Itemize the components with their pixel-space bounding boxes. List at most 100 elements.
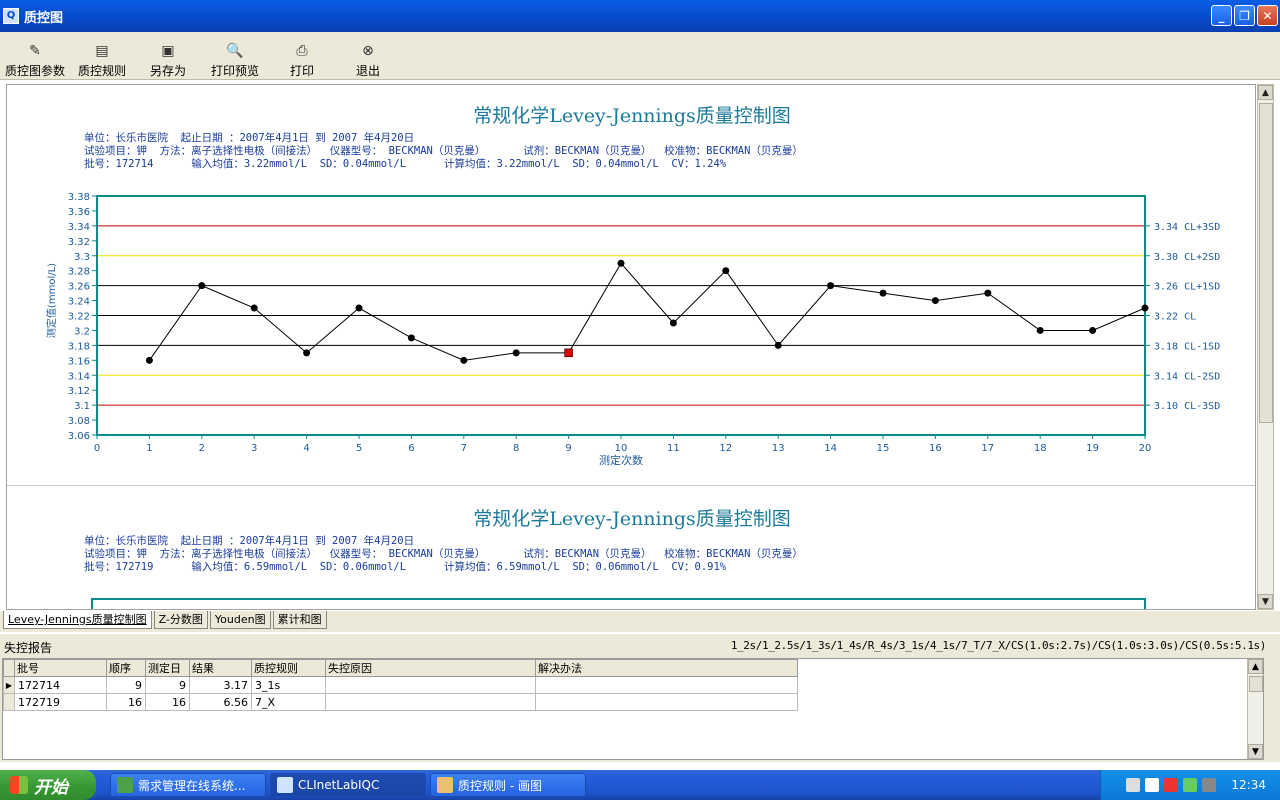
y-tick-label: 3.1 bbox=[74, 401, 90, 412]
maximize-button[interactable]: ❐ bbox=[1234, 5, 1255, 26]
app-icon bbox=[277, 777, 293, 793]
chart-panel-1: 常规化学Levey-Jennings质量控制图 单位：长乐市医院 起止日期 ：2… bbox=[7, 85, 1255, 485]
save-icon: ▣ bbox=[161, 43, 175, 59]
x-tick-label: 0 bbox=[94, 443, 100, 454]
paint-icon bbox=[437, 777, 453, 793]
cell-day[interactable]: 9 bbox=[145, 676, 190, 694]
tab-cusum[interactable]: 累计和图 bbox=[272, 611, 327, 629]
col-header[interactable]: 结果 bbox=[189, 659, 252, 677]
taskbar-item-clinetlabiqc[interactable]: CLInetLabIQC bbox=[270, 773, 426, 797]
minimize-icon: _ bbox=[1218, 8, 1225, 23]
exit-label: 退出 bbox=[355, 64, 380, 78]
x-tick-label: 18 bbox=[1034, 443, 1047, 454]
y-tick-label: 3.12 bbox=[68, 386, 90, 397]
print-button[interactable]: ⎙ 打印 bbox=[288, 36, 316, 80]
window-title-bar[interactable]: Q 质控图 _ ❐ ✕ bbox=[0, 0, 1280, 32]
cell-cause[interactable] bbox=[325, 676, 536, 694]
print-preview-icon: 🔍 bbox=[226, 43, 244, 59]
cell-rule[interactable]: 3_1s bbox=[251, 676, 326, 694]
tab-z-score[interactable]: Z-分数图 bbox=[153, 611, 208, 629]
y-tick-label: 3.24 bbox=[68, 297, 90, 308]
data-point bbox=[669, 319, 677, 327]
data-point bbox=[1141, 304, 1149, 312]
taskbar-item-paint[interactable]: 质控规则 - 画图 bbox=[430, 773, 586, 797]
scroll-thumb[interactable] bbox=[1249, 676, 1263, 692]
cell-result[interactable]: 6.56 bbox=[189, 693, 252, 711]
qc-rules-label: 质控规则 bbox=[77, 64, 126, 78]
scroll-down-icon[interactable]: ▼ bbox=[1248, 744, 1263, 759]
x-tick-label: 5 bbox=[356, 443, 362, 454]
col-header[interactable]: 顺序 bbox=[106, 659, 146, 677]
volume-icon[interactable] bbox=[1202, 778, 1217, 792]
data-point bbox=[617, 259, 625, 267]
table-row[interactable]: 172719 16 16 6.56 7_X bbox=[3, 693, 798, 711]
chart-params-button[interactable]: ✎ 质控图参数 bbox=[4, 36, 66, 80]
tab-levey-jennings[interactable]: Levey-Jennings质量控制图 bbox=[3, 611, 152, 629]
cell-solution[interactable] bbox=[535, 693, 798, 711]
cell-batch[interactable]: 172719 bbox=[14, 693, 107, 711]
col-header[interactable]: 批号 bbox=[14, 659, 107, 677]
exit-button[interactable]: ⊗ 退出 bbox=[354, 36, 382, 80]
cell-solution[interactable] bbox=[535, 676, 798, 694]
y-axis-label: 测定值(mmol/L) bbox=[45, 263, 58, 338]
scroll-up-icon[interactable]: ▲ bbox=[1258, 85, 1273, 100]
data-point bbox=[931, 297, 939, 305]
col-header[interactable]: 测定日 bbox=[145, 659, 190, 677]
y-tick-label: 3.28 bbox=[68, 267, 90, 278]
flagged-point bbox=[564, 348, 573, 358]
exit-icon: ⊗ bbox=[362, 43, 374, 59]
cell-cause[interactable] bbox=[325, 693, 536, 711]
cell-rule[interactable]: 7_X bbox=[251, 693, 326, 711]
col-header[interactable]: 质控规则 bbox=[251, 659, 326, 677]
data-point bbox=[460, 356, 468, 364]
close-button[interactable]: ✕ bbox=[1257, 5, 1278, 26]
cell-batch[interactable]: 172714 bbox=[14, 676, 107, 694]
col-header[interactable]: 失控原因 bbox=[325, 659, 536, 677]
scroll-up-icon[interactable]: ▲ bbox=[1248, 659, 1263, 674]
chart-vertical-scrollbar[interactable]: ▲ ▼ bbox=[1257, 84, 1274, 610]
data-point bbox=[774, 341, 782, 349]
x-tick-label: 16 bbox=[929, 443, 942, 454]
keyboard-icon[interactable] bbox=[1126, 778, 1141, 792]
x-tick-label: 7 bbox=[461, 443, 467, 454]
reference-label: 3.30 CL+2SD bbox=[1154, 252, 1220, 263]
network-icon[interactable] bbox=[1164, 778, 1179, 792]
help-icon[interactable] bbox=[1145, 778, 1160, 792]
cell-result[interactable]: 3.17 bbox=[189, 676, 252, 694]
close-icon: ✕ bbox=[1262, 8, 1273, 23]
y-tick-label: 3.08 bbox=[68, 416, 90, 427]
row-selector bbox=[3, 693, 15, 711]
data-point bbox=[1036, 326, 1044, 334]
data-point bbox=[303, 349, 311, 357]
x-tick-label: 1 bbox=[146, 443, 152, 454]
cell-order[interactable]: 9 bbox=[106, 676, 146, 694]
col-header[interactable]: 解决办法 bbox=[535, 659, 798, 677]
qc-rules-button[interactable]: ▤ 质控规则 bbox=[76, 36, 128, 80]
y-tick-label: 3.14 bbox=[68, 371, 90, 382]
data-point bbox=[355, 304, 363, 312]
start-label: 开始 bbox=[34, 777, 68, 798]
cell-day[interactable]: 16 bbox=[145, 693, 190, 711]
windows-flag-icon bbox=[10, 776, 28, 794]
report-vertical-scrollbar[interactable]: ▲ ▼ bbox=[1247, 659, 1263, 759]
x-tick-label: 2 bbox=[199, 443, 205, 454]
tab-youden[interactable]: Youden图 bbox=[209, 611, 271, 629]
active-rules-text: 1_2s/1_2.5s/1_3s/1_4s/R_4s/3_1s/4_1s/7_T… bbox=[730, 639, 1267, 652]
row-selector-header bbox=[3, 659, 15, 677]
start-button[interactable]: 开始 bbox=[0, 770, 96, 800]
security-icon[interactable] bbox=[1183, 778, 1198, 792]
taskbar-item-requirements[interactable]: 需求管理在线系统... bbox=[110, 773, 266, 797]
reference-label: 3.22 CL bbox=[1154, 312, 1196, 323]
save-as-button[interactable]: ▣ 另存为 bbox=[148, 36, 188, 80]
x-axis-label: 测定次数 bbox=[599, 453, 643, 467]
table-row[interactable]: ▶ 172714 9 9 3.17 3_1s bbox=[3, 676, 798, 694]
minimize-button[interactable]: _ bbox=[1211, 5, 1232, 26]
x-tick-label: 3 bbox=[251, 443, 257, 454]
clock: 12:34 bbox=[1231, 778, 1266, 792]
cell-order[interactable]: 16 bbox=[106, 693, 146, 711]
scroll-down-icon[interactable]: ▼ bbox=[1258, 594, 1273, 609]
chart-panel-2: 常规化学Levey-Jennings质量控制图 单位：长乐市医院 起止日期 ：2… bbox=[7, 488, 1255, 609]
print-preview-button[interactable]: 🔍 打印预览 bbox=[209, 36, 261, 80]
task-label: 质控规则 - 画图 bbox=[458, 778, 542, 793]
scroll-thumb[interactable] bbox=[1259, 103, 1273, 423]
